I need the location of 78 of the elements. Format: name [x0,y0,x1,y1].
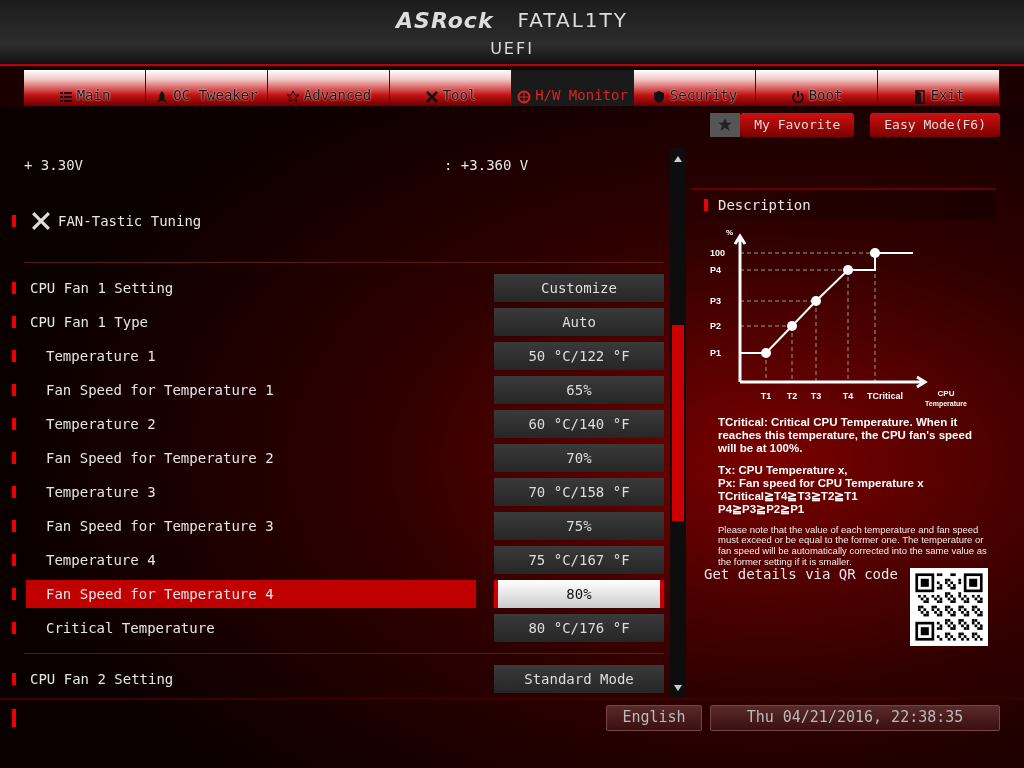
setting-value[interactable]: 75% [494,512,664,540]
level-label: P3 [710,296,721,306]
setting-label[interactable]: Critical Temperature [26,614,476,642]
setting-label[interactable]: CPU Fan 2 Setting [26,665,476,693]
setting-label[interactable]: CPU Fan 1 Setting [26,274,476,302]
setting-label[interactable]: Temperature 4 [26,546,476,574]
qr-caption: Get details via QR code [704,566,898,585]
setting-label[interactable]: Fan Speed for Temperature 3 [26,512,476,540]
temperature-label: TCritical [867,391,903,401]
setting-label[interactable]: CPU Fan 1 Type [26,308,476,336]
row-marker [12,215,16,227]
voltage-label: + 3.30V [23,155,84,175]
description-text: TCritical: Critical CPU Temperature. When it reaches this temperature, the CPU fan's speed will be at 100%. [717,416,973,456]
series-logo: FATAL1TY [517,7,628,34]
voltage-value: : +3.360 V [444,155,529,175]
temperature-label: T2 [786,391,798,401]
setting-value[interactable]: 65% [494,376,664,404]
row-marker [12,282,16,294]
setting-value[interactable]: 80% [494,580,664,608]
easy-mode-button[interactable]: Easy Mode(F6) [870,113,1000,137]
star-icon [285,90,300,104]
setting-value[interactable]: Standard Mode [494,665,664,693]
row-marker [12,708,16,727]
definition-text: TCritical≧T4≧T3≧T2≧T1 [717,490,859,504]
row-marker [12,384,16,396]
row-marker [12,418,16,430]
axis-label: CPU [937,389,955,398]
temperature-label: T4 [842,391,854,401]
setting-value[interactable]: Customize [494,274,664,302]
uefi-title: UEFI [490,37,534,60]
row-marker [12,350,16,362]
power-icon [790,90,805,104]
row-marker [12,520,16,532]
setting-label[interactable]: Fan Speed for Temperature 4 [26,580,476,608]
definition-text: Px: Fan speed for CPU Temperature x [717,476,925,491]
description-title: Description [718,195,811,215]
brand-logo: ASRock [396,6,494,35]
date-time[interactable]: Thu 04/21/2016, 22:38:35 [710,704,1000,731]
setting-value[interactable]: 80 °C/176 °F [494,614,664,642]
section-title: FAN-Tastic Tuning [58,211,202,231]
rocket-icon [155,90,170,104]
language-button[interactable]: English [606,704,702,731]
temperature-label: T1 [760,391,772,401]
setting-label[interactable]: Fan Speed for Temperature 1 [26,376,476,404]
row-marker [12,486,16,498]
menu-tab[interactable]: H/W Monitor [512,70,634,106]
row-marker [12,622,16,634]
setting-label[interactable]: Fan Speed for Temperature 2 [26,444,476,472]
row-marker [704,199,708,211]
row-marker [12,316,16,328]
setting-value[interactable]: 70% [494,444,664,472]
setting-value[interactable]: Auto [494,308,664,336]
scroll-thumb[interactable] [672,325,684,521]
list-icon [58,90,73,104]
row-marker [12,588,16,600]
scrollbar[interactable] [670,148,686,698]
setting-value[interactable]: 50 °C/122 °F [494,342,664,370]
setting-value[interactable]: 75 °C/167 °F [494,546,664,574]
temperature-label: T3 [810,391,822,401]
setting-value[interactable]: 70 °C/158 °F [494,478,664,506]
level-label: P4 [710,265,721,275]
setting-label[interactable]: Temperature 3 [26,478,476,506]
level-label: P1 [710,348,721,358]
setting-value[interactable]: 60 °C/140 °F [494,410,664,438]
level-label: P2 [710,321,721,331]
definition-text: Tx: CPU Temperature x, [717,463,849,477]
setting-label[interactable]: Temperature 1 [26,342,476,370]
definition-text: P4≧P3≧P2≧P1 [717,503,806,517]
door-icon [912,90,927,104]
setting-label[interactable]: Temperature 2 [26,410,476,438]
level-label: 100 [710,248,726,258]
note-text: Please note that the value of each temperature and fan speed must exceed or be equal to the former one. The temperature or fan speed will be automatically corrected into the same value as the former setting if it is smaller. [717,524,988,569]
shield-icon [651,90,666,104]
row-marker [12,673,16,685]
my-favorite-button[interactable]: My Favorite [740,113,855,137]
row-marker [12,554,16,566]
row-marker [12,452,16,464]
axis-label: % [726,228,734,237]
